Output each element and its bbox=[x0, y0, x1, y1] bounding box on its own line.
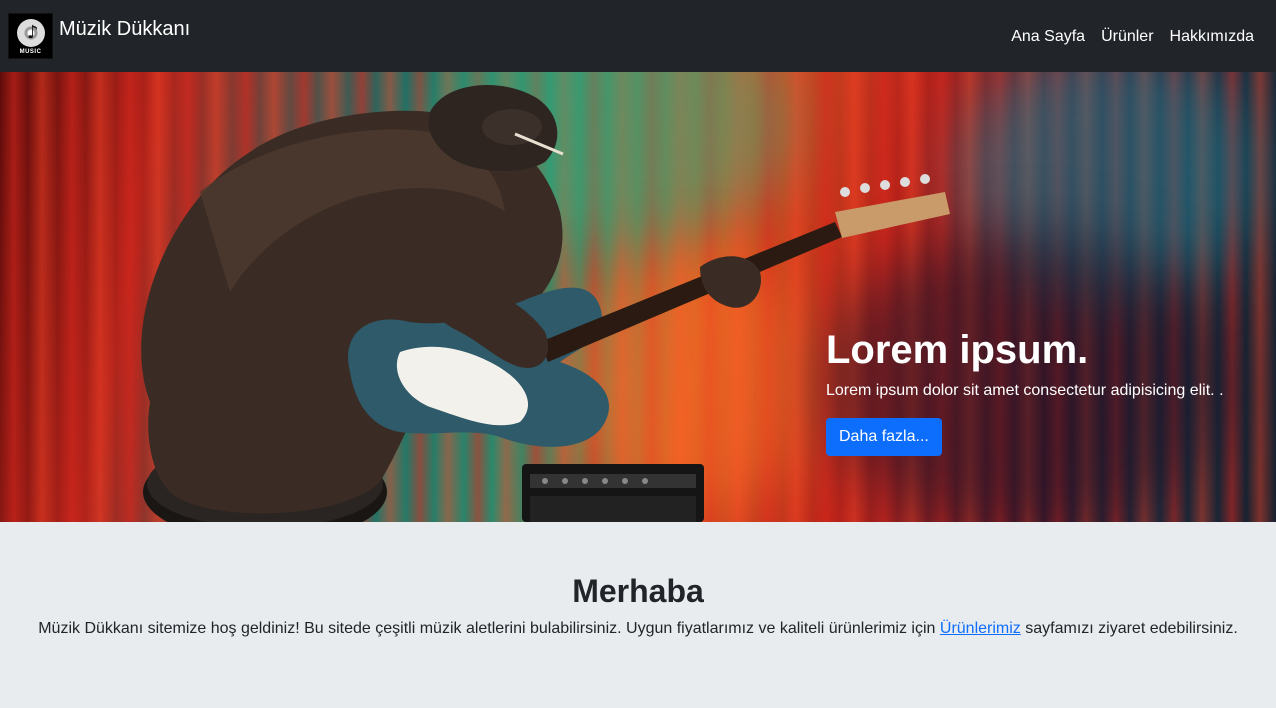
hero-text: Lorem ipsum dolor sit amet consectetur a… bbox=[826, 382, 1224, 399]
nav-menu: Ana Sayfa Ürünler Hakkımızda bbox=[1003, 27, 1262, 47]
brand-link[interactable]: ♪ MUSIC Müzik Dükkanı bbox=[8, 13, 190, 59]
music-logo-icon: ♪ MUSIC bbox=[8, 13, 53, 59]
nav-link-about[interactable]: Hakkımızda bbox=[1162, 27, 1262, 47]
welcome-section: Merhaba Müzik Dükkanı sitemize hoş geldi… bbox=[0, 522, 1276, 708]
hero-caption: Lorem ipsum. Lorem ipsum dolor sit amet … bbox=[826, 326, 1224, 456]
welcome-text-after: sayfamızı ziyaret edebilirsiniz. bbox=[1020, 620, 1238, 637]
welcome-text: Müzik Dükkanı sitemize hoş geldiniz! Bu … bbox=[0, 618, 1276, 640]
more-button[interactable]: Daha fazla... bbox=[826, 418, 942, 456]
brand-name: Müzik Dükkanı bbox=[59, 18, 191, 40]
welcome-title: Merhaba bbox=[572, 573, 704, 609]
nav-link-home[interactable]: Ana Sayfa bbox=[1003, 27, 1093, 47]
nav-link-products[interactable]: Ürünler bbox=[1093, 27, 1161, 47]
products-link[interactable]: Ürünlerimiz bbox=[940, 620, 1021, 637]
welcome-text-before: Müzik Dükkanı sitemize hoş geldiniz! Bu … bbox=[38, 620, 940, 637]
hero-title: Lorem ipsum. bbox=[826, 328, 1089, 372]
hero-banner: Lorem ipsum. Lorem ipsum dolor sit amet … bbox=[0, 72, 1276, 522]
navbar: ♪ MUSIC Müzik Dükkanı Ana Sayfa Ürünler … bbox=[0, 0, 1276, 72]
